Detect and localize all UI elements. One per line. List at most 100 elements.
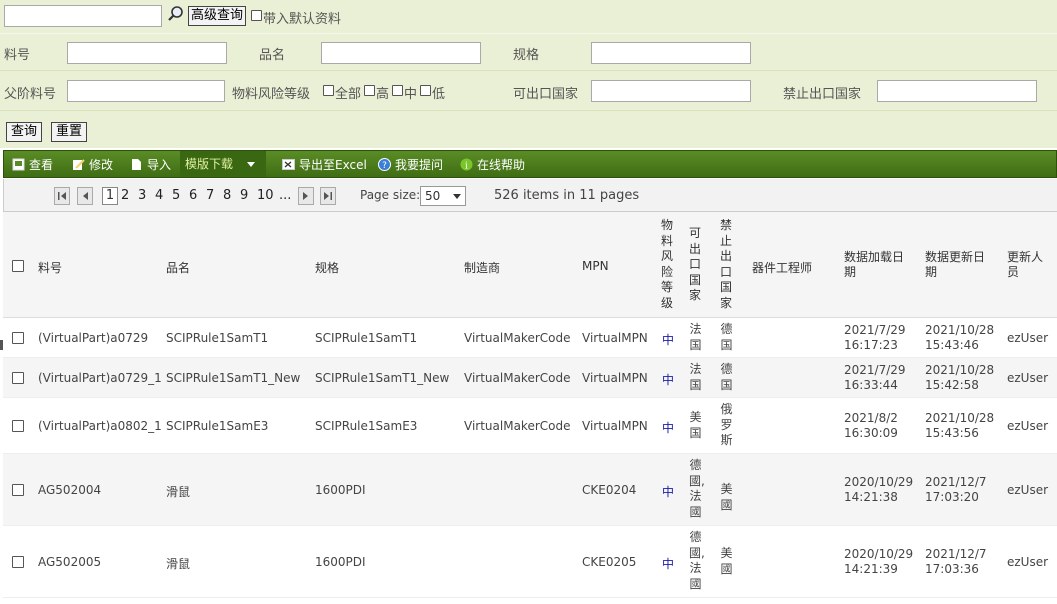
col-header-spec[interactable]: 规格 <box>315 259 339 276</box>
col-header-maker[interactable]: 制造商 <box>464 259 500 276</box>
page-link[interactable]: 2 <box>121 187 129 205</box>
risk-high-label: 高 <box>376 87 390 102</box>
risk-low-checkbox[interactable] <box>420 85 431 96</box>
cell-updater: ezUser <box>1007 555 1049 569</box>
cell-export: 美国 <box>689 410 702 440</box>
svg-text:i: i <box>465 162 468 172</box>
ask-question-button[interactable]: ? 我要提问 <box>378 156 443 173</box>
col-header-engineer[interactable]: 器件工程师 <box>752 259 812 276</box>
page-link[interactable]: 7 <box>206 187 214 205</box>
col-header-update-date[interactable]: 数据更新日期 <box>925 250 991 280</box>
col-header-load-date[interactable]: 数据加载日期 <box>844 250 910 280</box>
cell-updater: ezUser <box>1007 331 1049 345</box>
page-link[interactable]: 3 <box>138 187 146 205</box>
banned-country-input[interactable] <box>877 80 1037 102</box>
row-checkbox[interactable] <box>12 332 24 344</box>
chevron-down-icon[interactable] <box>247 162 255 167</box>
quick-search-input[interactable] <box>4 5 162 27</box>
next-page-button[interactable] <box>298 187 314 205</box>
row-checkbox[interactable] <box>12 484 24 496</box>
row-checkbox[interactable] <box>12 420 24 432</box>
cell-maker: VirtualMakerCode <box>464 419 571 433</box>
query-button[interactable]: 查询 <box>6 122 43 142</box>
update-time: 15:42:58 <box>925 378 979 392</box>
export-country-input[interactable] <box>591 80 751 102</box>
online-help-button[interactable]: i 在线帮助 <box>460 156 525 173</box>
cell-part-no: (VirtualPart)a0802_1 <box>38 419 162 433</box>
first-page-button[interactable] <box>54 187 70 205</box>
page-link[interactable]: 8 <box>223 187 231 205</box>
filter-panel: 高级查询 带入默认资料 料号 品名 规格 父阶料号 物料风险等级 全部 高 中 … <box>0 0 1057 148</box>
cell-part-no: (VirtualPart)a0729 <box>38 331 149 345</box>
table-row[interactable]: (VirtualPart)a0729_1 SCIPRule1SamT1_New … <box>3 358 1057 398</box>
col-header-banned[interactable]: 禁止出口国家 <box>720 218 732 311</box>
cell-load-date: 2020/10/29 14:21:39 <box>844 547 913 577</box>
update-time: 17:03:20 <box>925 490 979 504</box>
chevron-down-icon <box>453 194 461 199</box>
page-size-select[interactable]: 50 <box>420 186 466 206</box>
table-row[interactable]: (VirtualPart)a0802_1 SCIPRule1SamE3 SCIP… <box>3 398 1057 454</box>
page-link[interactable]: 10 <box>257 187 274 205</box>
col-header-export[interactable]: 可出口国家 <box>689 226 701 304</box>
row-checkbox[interactable] <box>12 372 24 384</box>
cell-risk: 中 <box>662 557 675 571</box>
next-page-icon <box>303 192 308 200</box>
excel-icon <box>282 159 295 170</box>
cell-update-date: 2021/10/28 15:42:58 <box>925 363 994 393</box>
search-icon[interactable] <box>167 5 185 23</box>
update-date: 2021/10/28 <box>925 411 995 425</box>
cell-name: SCIPRule1SamE3 <box>166 419 269 433</box>
cell-export: 德國,法國 <box>689 530 705 591</box>
row-checkbox[interactable] <box>12 556 24 568</box>
advanced-search-button[interactable]: 高级查询 <box>188 6 247 26</box>
cell-load-date: 2020/10/29 14:21:38 <box>844 475 913 505</box>
load-date: 2021/7/29 <box>844 363 906 377</box>
parent-part-no-input[interactable] <box>67 80 225 102</box>
spec-input[interactable] <box>591 42 751 64</box>
edit-button[interactable]: 修改 <box>72 156 113 173</box>
import-button[interactable]: 导入 <box>130 156 171 173</box>
reset-button[interactable]: 重置 <box>51 122 88 142</box>
page-link[interactable]: 4 <box>155 187 163 205</box>
view-button[interactable]: 查看 <box>12 156 53 173</box>
part-no-input[interactable] <box>67 42 227 64</box>
first-page-icon <box>58 192 66 200</box>
risk-high-checkbox[interactable] <box>364 85 375 96</box>
cell-risk: 中 <box>662 333 675 347</box>
prev-page-button[interactable] <box>77 187 93 205</box>
cell-load-date: 2021/7/29 16:17:23 <box>844 323 906 353</box>
col-header-mpn[interactable]: MPN <box>582 259 609 273</box>
default-data-checkbox[interactable] <box>251 10 262 21</box>
cell-updater: ezUser <box>1007 371 1049 385</box>
last-page-button[interactable] <box>320 187 336 205</box>
cell-update-date: 2021/12/7 17:03:20 <box>925 475 987 505</box>
risk-all-checkbox[interactable] <box>323 85 334 96</box>
risk-level-label: 物料风险等级 <box>232 87 311 102</box>
page-link[interactable]: 5 <box>172 187 180 205</box>
col-header-part-no[interactable]: 料号 <box>38 259 62 276</box>
cell-updater: ezUser <box>1007 419 1049 433</box>
cell-load-date: 2021/7/29 16:33:44 <box>844 363 906 393</box>
select-all-checkbox[interactable] <box>12 260 24 272</box>
update-time: 15:43:56 <box>925 426 979 440</box>
export-excel-button[interactable]: 导出至Excel <box>282 156 367 173</box>
table-row[interactable]: AG502005 滑鼠 1600PDI CKE0205 中 德國,法國 美國 2… <box>3 526 1057 598</box>
cell-name: 滑鼠 <box>166 485 191 499</box>
cell-name: SCIPRule1SamT1 <box>166 331 269 345</box>
spec-label: 规格 <box>513 48 540 63</box>
cell-maker: VirtualMakerCode <box>464 371 571 385</box>
page-link[interactable]: 9 <box>240 187 248 205</box>
page-link[interactable]: 6 <box>189 187 197 205</box>
col-header-name[interactable]: 品名 <box>166 259 190 276</box>
page-link-more[interactable]: ... <box>279 187 291 205</box>
name-input[interactable] <box>321 42 481 64</box>
table-row[interactable]: AG502004 滑鼠 1600PDI CKE0204 中 德國,法國 美國 2… <box>3 454 1057 526</box>
update-date: 2021/12/7 <box>925 547 987 561</box>
risk-medium-checkbox[interactable] <box>392 85 403 96</box>
table-row[interactable]: (VirtualPart)a0729 SCIPRule1SamT1 SCIPRu… <box>3 318 1057 358</box>
col-header-risk[interactable]: 物料风险等级 <box>661 218 673 311</box>
risk-all-label: 全部 <box>335 87 362 102</box>
online-help-label: 在线帮助 <box>477 158 526 172</box>
col-header-updater[interactable]: 更新人员 <box>1007 250 1047 280</box>
update-date: 2021/10/28 <box>925 363 995 377</box>
